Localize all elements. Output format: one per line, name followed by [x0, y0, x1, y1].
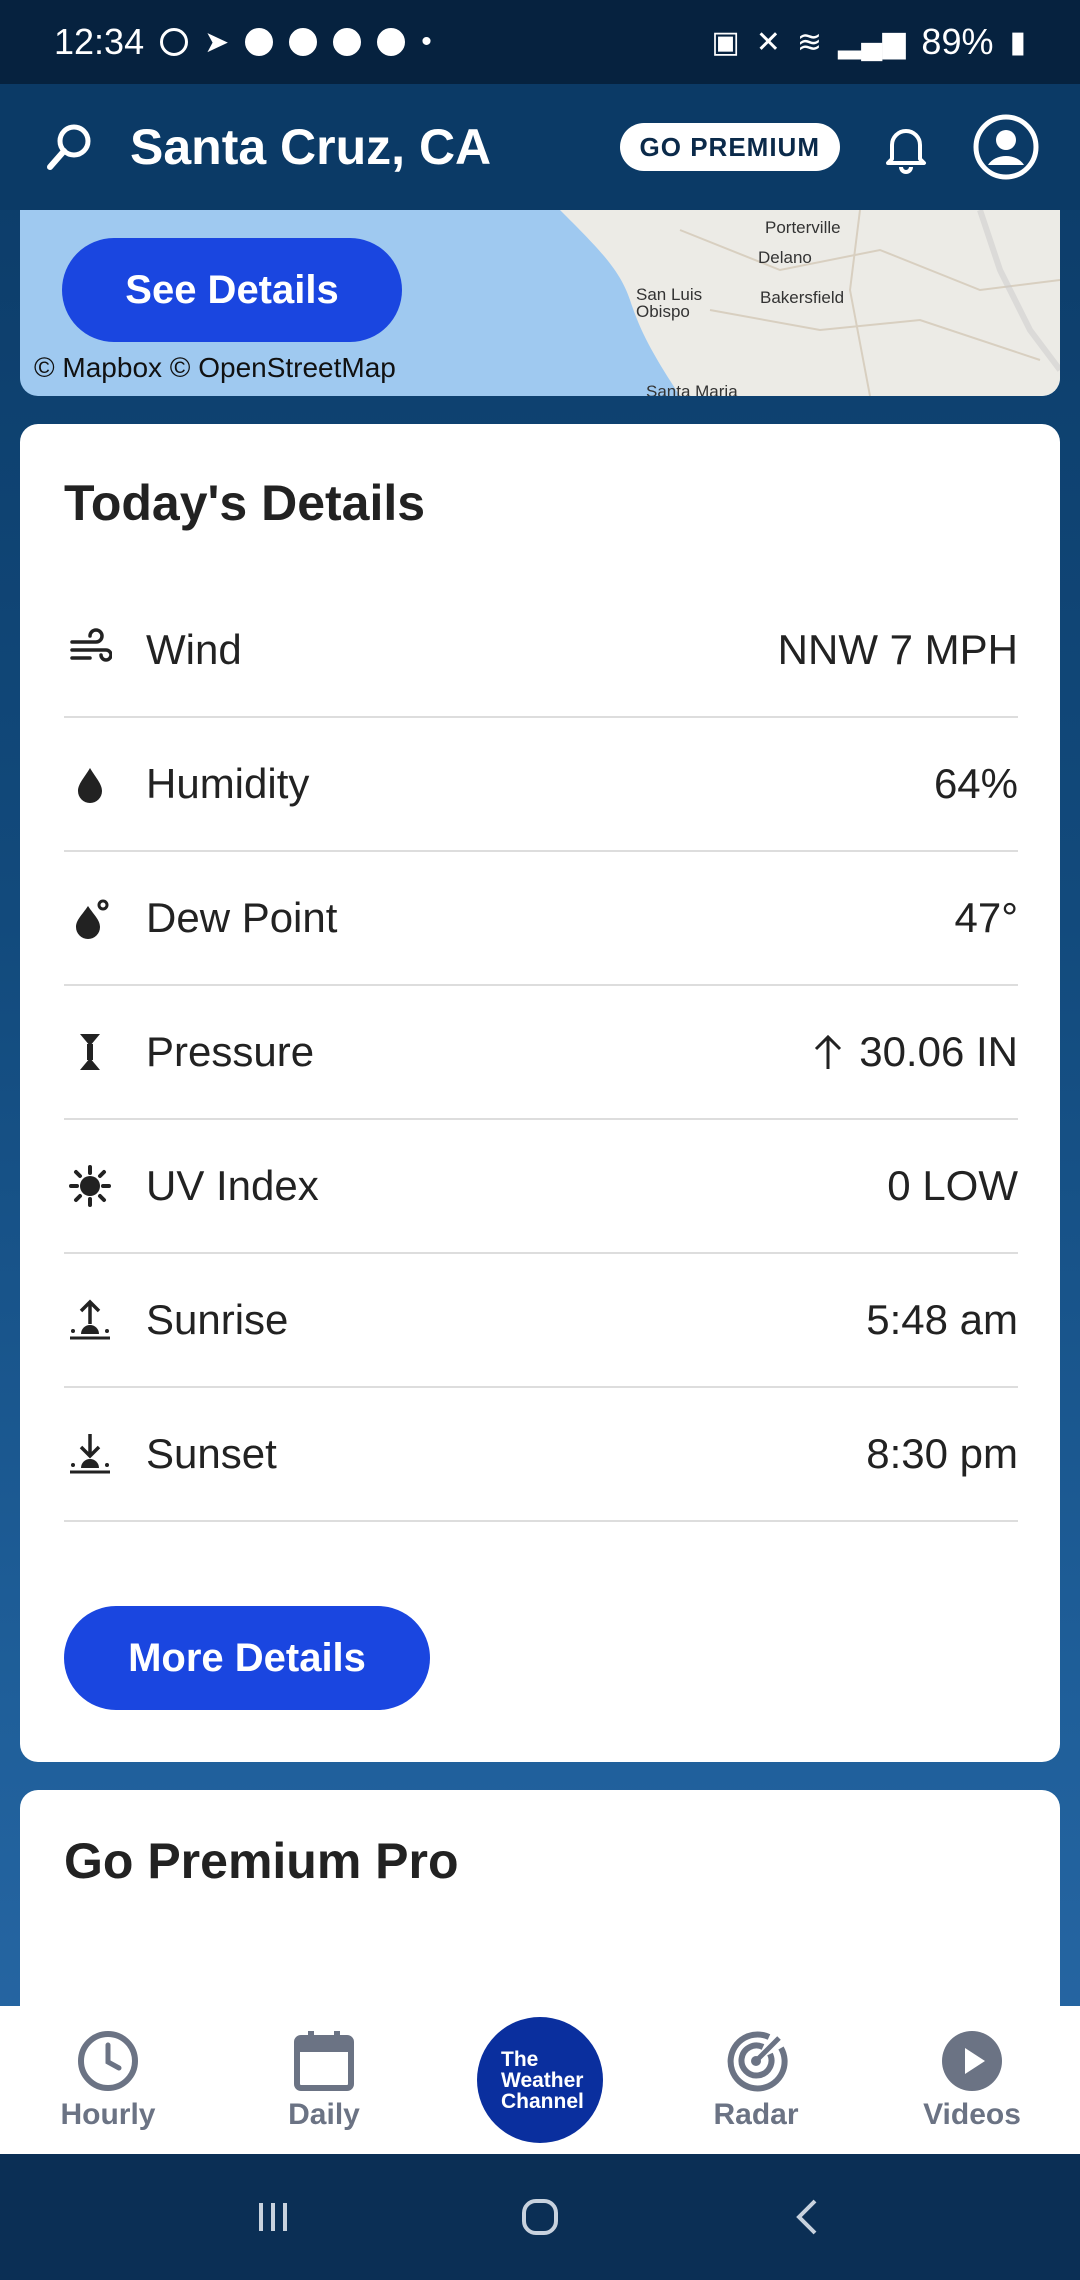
nav-videos[interactable]: Videos	[892, 2028, 1052, 2132]
nav-weather-channel-home[interactable]: The Weather Channel	[460, 2017, 620, 2143]
status-time: 12:34	[54, 21, 145, 62]
clock-icon	[78, 2031, 138, 2091]
detail-row-pressure: Pressure 30.06 IN	[64, 986, 1018, 1120]
map-land: Porterville Delano San Luis Obispo Baker…	[560, 210, 1060, 396]
dew-point-icon	[76, 899, 109, 939]
nav-label: Videos	[923, 2098, 1021, 2131]
map-place: Porterville	[765, 218, 841, 237]
arrow-up-icon	[815, 1034, 842, 1069]
calendar-icon	[294, 2031, 354, 2091]
bottom-navigation: Hourly Daily The Weather Channel Radar V…	[0, 2006, 1080, 2154]
nav-daily[interactable]: Daily	[244, 2028, 404, 2132]
status-bar: 12:34 ➤ • ▣ ✕ ≋ ▂▄▆ 89% ▮	[0, 0, 1080, 84]
card-title: Today's Details	[64, 475, 426, 531]
detail-value: 47°	[954, 894, 1018, 941]
detail-value: 0 LOW	[887, 1162, 1018, 1209]
detail-row-dew-point: Dew Point 47°	[64, 852, 1018, 986]
logo-line: Weather	[501, 2068, 584, 2092]
wind-icon	[70, 628, 112, 662]
more-details-button[interactable]: More Details	[64, 1606, 430, 1710]
go-premium-button[interactable]: GO PREMIUM	[619, 123, 840, 171]
detail-value: NNW 7 MPH	[777, 626, 1018, 673]
mute-icon: ✕	[755, 25, 781, 59]
todays-details-card: Today's Details Wind NNW 7 MPH Humidity …	[20, 424, 1060, 1762]
uv-index-icon	[69, 1165, 111, 1207]
app-header: Santa Cruz, CA GO PREMIUM	[0, 84, 1080, 210]
see-details-button[interactable]: See Details	[62, 238, 402, 342]
detail-label: Dew Point	[146, 894, 338, 941]
detail-row-uv-index: UV Index 0 LOW	[64, 1120, 1018, 1254]
detail-label: UV Index	[146, 1162, 319, 1209]
detail-value: 5:48 am	[866, 1296, 1018, 1343]
map-place: San Luis Obispo	[636, 285, 703, 321]
map-attribution[interactable]: © Mapbox © OpenStreetMap	[34, 352, 396, 384]
card-title: Go Premium Pro	[64, 1833, 459, 1889]
map-place: Delano	[758, 248, 812, 267]
play-icon	[942, 2031, 1002, 2091]
logo-line: The	[501, 2047, 539, 2071]
radar-icon	[727, 2031, 788, 2092]
detail-value: 8:30 pm	[866, 1430, 1018, 1477]
battery-saver-icon: ▣	[711, 25, 740, 59]
nav-hourly[interactable]: Hourly	[28, 2028, 188, 2132]
humidity-icon	[78, 768, 102, 803]
sunrise-icon	[70, 1299, 110, 1340]
detail-label: Humidity	[146, 760, 310, 807]
signal-icon: ▂▄▆	[838, 25, 906, 59]
battery-icon: ▮	[1009, 25, 1026, 59]
bell-icon[interactable]	[878, 119, 934, 175]
detail-label: Wind	[146, 626, 242, 673]
location-title[interactable]: Santa Cruz, CA	[130, 118, 620, 176]
home-icon[interactable]	[510, 2187, 570, 2247]
map-card[interactable]: Porterville Delano San Luis Obispo Baker…	[20, 210, 1060, 396]
go-premium-pro-card[interactable]: Go Premium Pro	[20, 1790, 1060, 2010]
telegram-icon: ➤	[204, 25, 230, 59]
detail-label: Sunset	[146, 1430, 277, 1477]
sunset-icon	[70, 1434, 110, 1474]
detail-value-group: 30.06 IN	[811, 1028, 1018, 1076]
wifi-icon: ≋	[796, 25, 823, 59]
detail-label: Sunrise	[146, 1296, 289, 1343]
detail-label: Pressure	[146, 1028, 315, 1075]
nav-label: Hourly	[60, 2098, 156, 2131]
back-icon[interactable]	[777, 2187, 837, 2247]
detail-row-sunset: Sunset 8:30 pm	[64, 1388, 1018, 1522]
system-navigation-bar	[0, 2154, 1080, 2280]
whatsapp-icon	[160, 28, 189, 56]
chat-icon	[377, 28, 406, 56]
go-icon	[289, 28, 318, 56]
logo-line: Channel	[501, 2089, 584, 2113]
detail-row-wind: Wind NNW 7 MPH	[64, 584, 1018, 718]
detail-row-humidity: Humidity 64%	[64, 718, 1018, 852]
nav-radar[interactable]: Radar	[676, 2028, 836, 2132]
dot-icon: •	[421, 25, 432, 58]
nav-label: Radar	[713, 2098, 799, 2131]
battery-percent: 89%	[921, 21, 994, 62]
details-list: Wind NNW 7 MPH Humidity 64% Dew Point 47…	[64, 584, 1018, 1522]
recent-apps-icon[interactable]	[243, 2187, 303, 2247]
weather-channel-logo: The Weather Channel	[477, 2017, 603, 2143]
messenger-icon	[333, 28, 362, 56]
message-icon	[245, 28, 274, 56]
pressure-icon	[80, 1034, 100, 1070]
map-place: Bakersfield	[760, 288, 845, 307]
detail-value: 30.06 IN	[859, 1028, 1018, 1075]
detail-value: 64%	[933, 760, 1018, 807]
nav-label: Daily	[288, 2098, 360, 2131]
account-icon[interactable]	[972, 113, 1040, 181]
detail-row-sunrise: Sunrise 5:48 am	[64, 1254, 1018, 1388]
search-icon[interactable]	[40, 117, 100, 177]
map-place: Santa Maria	[646, 382, 738, 396]
